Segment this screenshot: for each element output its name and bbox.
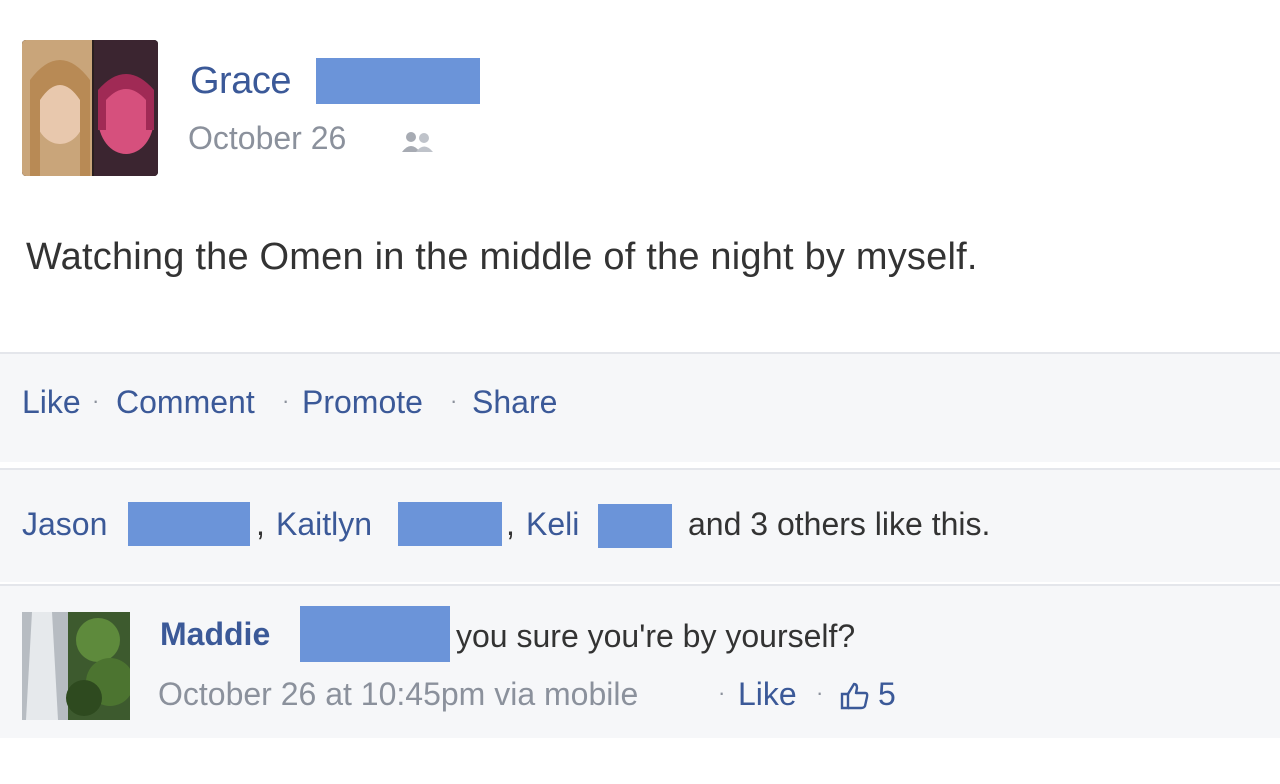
comment-container [0,584,1280,738]
like-link[interactable]: Like [22,384,81,421]
commenter-name[interactable]: Maddie [160,616,270,653]
friends-audience-icon[interactable] [400,130,436,154]
liker-name-1[interactable]: Jason [22,506,107,543]
liker-surname-redaction-2 [398,502,502,546]
liker-name-3[interactable]: Keli [526,506,579,543]
separator-dot: · [816,680,824,705]
likes-suffix[interactable]: and 3 others like this. [688,506,990,543]
comment-link[interactable]: Comment [116,384,255,421]
author-surname-redaction [316,58,480,104]
share-link[interactable]: Share [472,384,557,421]
promote-link[interactable]: Promote [302,384,423,421]
separator-dot: · [282,388,290,413]
liker-surname-redaction-3 [598,504,672,548]
post-author-name[interactable]: Grace [190,60,291,103]
post-text: Watching the Omen in the middle of the n… [26,236,978,278]
liker-surname-redaction-1 [128,502,250,546]
thumbs-up-icon[interactable] [838,680,870,712]
comma-separator: , [256,506,265,542]
separator-dot: · [718,680,726,705]
separator-dot: · [450,388,458,413]
separator-dot: · [92,388,100,413]
comma-separator: , [506,506,515,542]
comment-like-count[interactable]: 5 [878,676,896,713]
commenter-surname-redaction [300,606,450,662]
comment-text: you sure you're by yourself? [456,618,856,654]
comment-like-link[interactable]: Like [738,676,797,713]
commenter-avatar[interactable] [22,612,130,720]
author-avatar[interactable] [22,40,158,176]
comment-timestamp[interactable]: October 26 at 10:45pm via mobile [158,676,638,713]
post-date[interactable]: October 26 [188,120,346,157]
liker-name-2[interactable]: Kaitlyn [276,506,372,543]
